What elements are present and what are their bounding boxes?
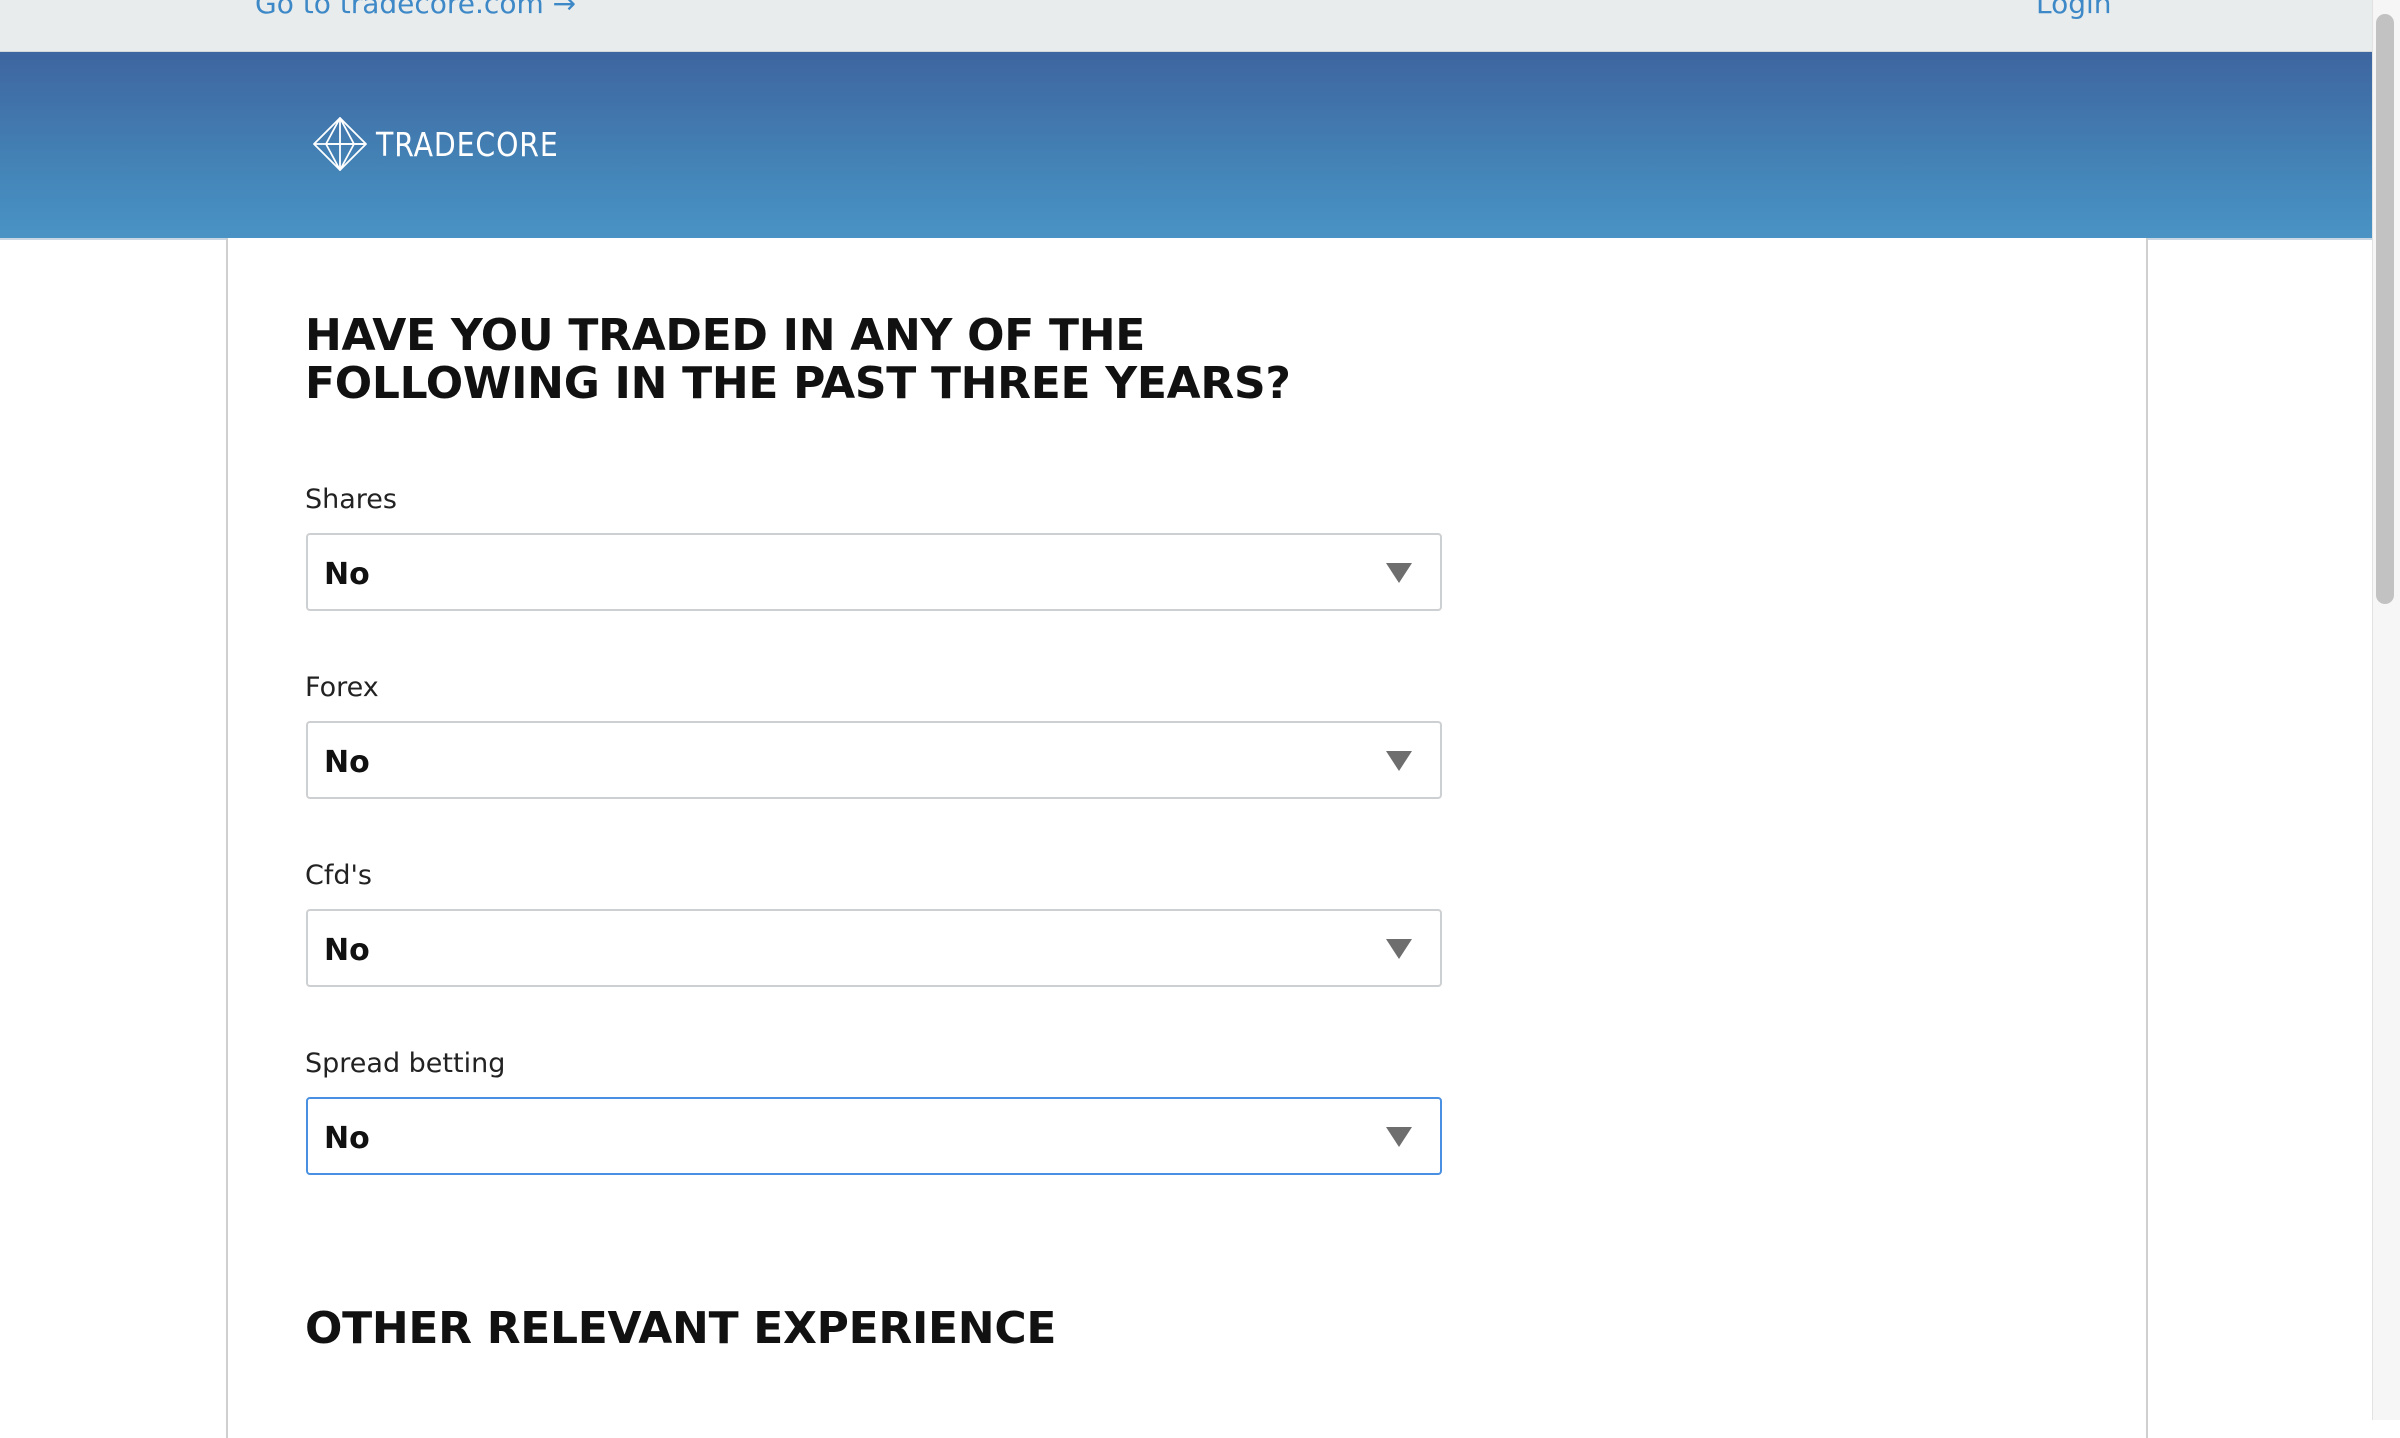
shares-select-value: No [324,557,370,592]
spread-betting-select[interactable]: No [306,1097,1442,1175]
triangle-down-icon [1386,751,1412,771]
top-bar: Go to tradecore.com → Login [0,0,2372,52]
form-card [226,238,2148,1438]
triangle-down-icon [1386,563,1412,583]
forex-select-value: No [324,745,370,780]
shares-select[interactable]: No [306,533,1442,611]
shares-label: Shares [305,484,397,515]
cfds-select[interactable]: No [306,909,1442,987]
forex-select[interactable]: No [306,721,1442,799]
logo[interactable]: TRADECORE [310,114,588,174]
header-banner: TRADECORE [0,52,2372,240]
scrollbar-thumb[interactable] [2376,14,2394,604]
tradecore-diamond-icon [313,117,367,171]
spread-betting-label: Spread betting [305,1048,506,1079]
login-link[interactable]: Login [2036,0,2112,18]
triangle-down-icon [1386,1127,1412,1147]
go-to-site-link[interactable]: Go to tradecore.com → [255,0,576,18]
spread-betting-select-value: No [324,1121,370,1156]
cfds-label: Cfd's [305,860,372,891]
trading-experience-heading: HAVE YOU TRADED IN ANY OF THE FOLLOWING … [305,310,1291,409]
other-experience-heading: OTHER RELEVANT EXPERIENCE [305,1303,1057,1354]
forex-label: Forex [305,672,379,703]
triangle-down-icon [1386,939,1412,959]
logo-text: TRADECORE [376,124,559,164]
cfds-select-value: No [324,933,370,968]
